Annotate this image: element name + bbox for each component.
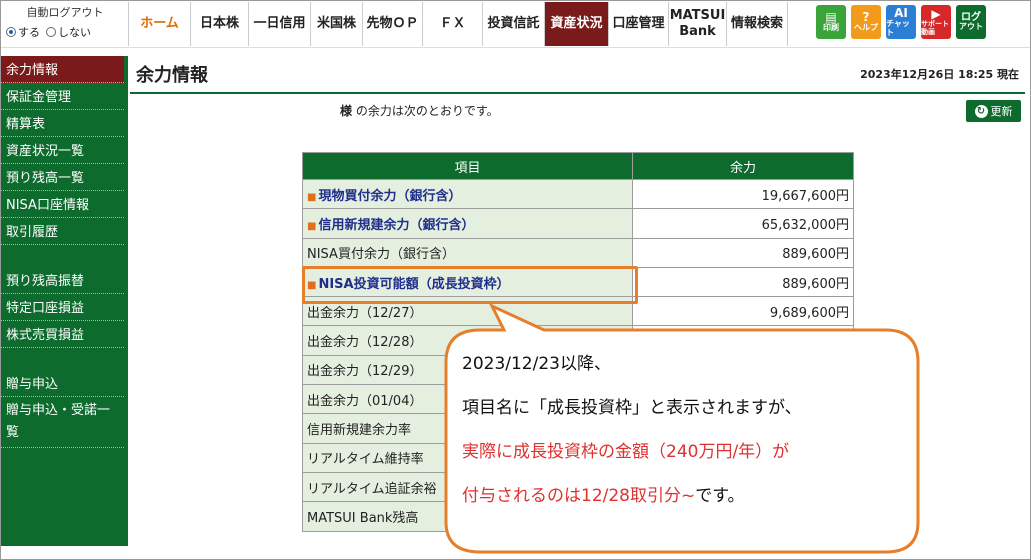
auto-logout-panel: 自動ログアウト する しない — [6, 4, 124, 44]
sidebar-item-stock-pl[interactable]: 株式売買損益 — [0, 321, 124, 348]
page-title: 余力情報 — [136, 65, 208, 86]
nav-matsui-bank-line1: MATSUI — [669, 8, 726, 24]
table-row: ■ 現物買付余力（銀行含） 19,667,600円 — [302, 178, 854, 210]
nav-us-stock[interactable]: 米国株 — [310, 2, 362, 46]
nav-matsui-bank-line2: Bank — [679, 24, 716, 39]
sidebar-item-holdings-list[interactable]: 預り残高一覧 — [0, 164, 124, 191]
row-label: NISA買付余力（銀行含） — [302, 237, 633, 268]
auto-logout-off-radio[interactable]: しない — [46, 24, 91, 40]
icon-bar: ▤ 印刷 ? ヘルプ AI チャット ▶ サポート動画 ログ アウト — [816, 5, 986, 39]
sidebar-item-history[interactable]: 取引履歴 — [0, 218, 124, 245]
nav-fund[interactable]: 投資信託 — [482, 2, 544, 46]
callout-line-3: 実際に成長投資枠の金額（240万円/年）が — [462, 442, 790, 462]
bullet-icon: ■ — [307, 191, 317, 203]
sidebar-item-specific-pl[interactable]: 特定口座損益 — [0, 294, 124, 321]
row-value: 889,600円 — [632, 266, 854, 298]
row-value: 889,600円 — [632, 237, 854, 268]
refresh-label: 更新 — [990, 105, 1013, 118]
support-video-icon[interactable]: ▶ サポート動画 — [921, 5, 951, 39]
nav-futures-options[interactable]: 先物ＯＰ — [362, 2, 422, 46]
row-value: 19,667,600円 — [632, 178, 854, 210]
sidebar-item-margin-info[interactable]: 余力情報 — [0, 56, 124, 83]
sidebar-item-settlement[interactable]: 精算表 — [0, 110, 124, 137]
nav-fx[interactable]: ＦＸ — [422, 2, 482, 46]
sidebar: 余力情報 保証金管理 精算表 資産状況一覧 預り残高一覧 NISA口座情報 取引… — [0, 56, 128, 546]
intro-text: 様 の余力は次のとおりです。 — [340, 102, 499, 119]
refresh-icon: ↻ — [974, 104, 988, 118]
callout-line-2: 項目名に「成長投資枠」と表示されますが、 — [462, 398, 802, 418]
nav-assets[interactable]: 資産状況 — [544, 2, 608, 46]
table-row: NISA買付余力（銀行含） 889,600円 — [302, 237, 854, 268]
callout-bubble: 2023/12/23以降、 項目名に「成長投資枠」と表示されますが、 実際に成長… — [440, 304, 926, 556]
nav-jp-stock[interactable]: 日本株 — [190, 2, 248, 46]
logout-icon[interactable]: ログ アウト — [956, 5, 986, 39]
nav-matsui-bank[interactable]: MATSUI Bank — [668, 2, 726, 46]
row-label-link[interactable]: ■ 現物買付余力（銀行含） — [302, 178, 633, 210]
timestamp: 2023年12月26日 18:25 現在 — [860, 68, 1019, 81]
sidebar-item-deposit-mgmt[interactable]: 保証金管理 — [0, 83, 124, 110]
main-nav: ホーム 日本株 一日信用 米国株 先物ＯＰ ＦＸ 投資信託 資産状況 口座管理 … — [128, 2, 788, 46]
ai-chat-icon[interactable]: AI チャット — [886, 5, 916, 39]
nav-account[interactable]: 口座管理 — [608, 2, 668, 46]
intro-message: の余力は次のとおりです。 — [352, 104, 499, 118]
column-header-amount: 余力 — [632, 152, 854, 180]
callout-text: 2023/12/23以降、 項目名に「成長投資枠」と表示されますが、 実際に成長… — [462, 342, 922, 518]
print-icon[interactable]: ▤ 印刷 — [816, 5, 846, 39]
highlight-box — [302, 266, 638, 304]
sidebar-item-asset-list[interactable]: 資産状況一覧 — [0, 137, 124, 164]
row-label-link[interactable]: ■ 信用新規建余力（銀行含） — [302, 208, 633, 239]
sidebar-item-nisa-info[interactable]: NISA口座情報 — [0, 191, 124, 218]
sidebar-item-gift-apply[interactable]: 贈与申込 — [0, 370, 124, 397]
sidebar-item-gift-list[interactable]: 贈与申込・受諾一覧 — [0, 397, 124, 448]
page-header: 余力情報 2023年12月26日 18:25 現在 — [130, 56, 1025, 94]
bullet-icon: ■ — [307, 220, 317, 232]
nav-info[interactable]: 情報検索 — [726, 2, 788, 46]
top-bar: 自動ログアウト する しない ホーム 日本株 一日信用 米国株 先物ＯＰ ＦＸ … — [0, 0, 1031, 48]
nav-day-margin[interactable]: 一日信用 — [248, 2, 310, 46]
sidebar-item-transfer[interactable]: 預り残高振替 — [0, 267, 124, 294]
refresh-button[interactable]: ↻ 更新 — [966, 100, 1021, 122]
row-value: 65,632,000円 — [632, 208, 854, 239]
callout-line-1: 2023/12/23以降、 — [462, 354, 611, 374]
nav-home[interactable]: ホーム — [128, 2, 190, 46]
column-header-item: 項目 — [302, 152, 633, 180]
table-row: ■ 信用新規建余力（銀行含） 65,632,000円 — [302, 208, 854, 239]
intro-name: 様 — [340, 104, 353, 118]
auto-logout-on-radio[interactable]: する — [6, 24, 40, 40]
auto-logout-title: 自動ログアウト — [26, 6, 104, 19]
callout-line-4: 付与されるのは12/28取引分~です。 — [462, 486, 745, 506]
help-icon[interactable]: ? ヘルプ — [851, 5, 881, 39]
